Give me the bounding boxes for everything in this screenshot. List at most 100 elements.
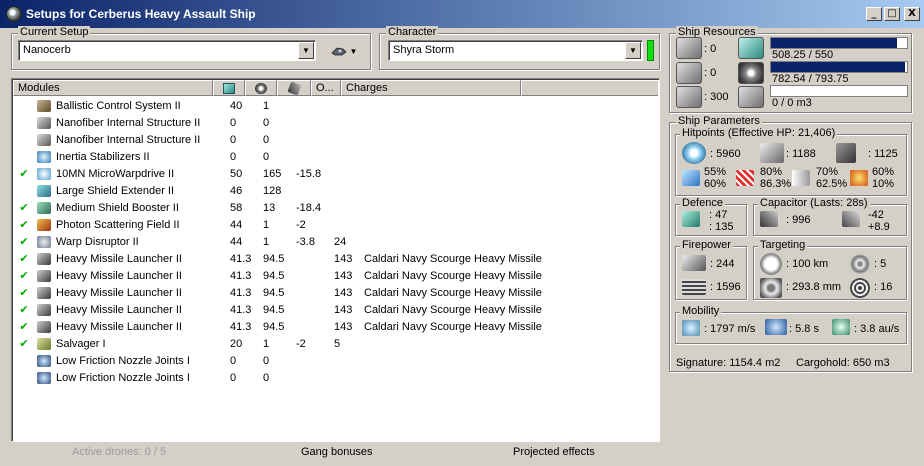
sensor-strength-value: : 16 [874, 281, 893, 293]
turret-hardpoints-value: : 0 [704, 43, 717, 55]
shield-hp-icon [682, 142, 706, 164]
scan-resolution-value: : 293.8 mm [786, 281, 842, 293]
hitpoints-label: Hitpoints (Effective HP: 21,406) [680, 127, 838, 139]
module-row[interactable]: Ballistic Control System II 40 1 [13, 97, 564, 114]
module-cpu: 50 [230, 167, 243, 180]
column-header-powergrid[interactable] [245, 80, 277, 96]
structure-hp-value: : 1125 [868, 148, 898, 160]
missile-launcher-icon [37, 286, 51, 299]
module-row[interactable]: ✔ Heavy Missile Launcher II 41.3 94.5 143 Cal… [13, 301, 564, 318]
module-capacitor: -2 [296, 218, 306, 231]
em-resist-bottom: 60% [704, 178, 727, 190]
explosive-resist-icon [850, 170, 868, 186]
module-active-check-icon[interactable]: ✔ [13, 218, 35, 231]
launcher-hardpoints-value: : 0 [704, 67, 717, 79]
microwarpdrive-icon [37, 167, 51, 180]
module-charge[interactable]: Caldari Navy Scourge Heavy Missile [364, 321, 564, 333]
module-active-check-icon[interactable]: ✔ [13, 337, 35, 350]
projected-effects-button[interactable]: Projected effects [513, 446, 595, 462]
align-time-value: : 5.8 s [789, 323, 819, 335]
module-row[interactable]: Low Friction Nozzle Joints I 0 0 [13, 352, 564, 369]
setup-select[interactable]: Nanocerb ▼ [18, 40, 316, 61]
module-row[interactable]: ✔ Medium Shield Booster II 58 13 -18.4 [13, 199, 564, 216]
module-row[interactable]: ✔ Heavy Missile Launcher II 41.3 94.5 143 Cal… [13, 267, 564, 284]
calibration-icon [676, 86, 702, 108]
column-header-modules[interactable]: Modules [13, 80, 213, 96]
nozzle-joints-icon [37, 371, 51, 384]
module-active-check-icon[interactable]: ✔ [13, 252, 35, 265]
armor-hp-icon [760, 143, 784, 163]
module-active-check-icon[interactable]: ✔ [13, 269, 35, 282]
module-other: 143 [334, 269, 353, 282]
module-charge[interactable]: Caldari Navy Scourge Heavy Missile [364, 304, 564, 316]
module-row[interactable]: Large Shield Extender II 46 128 [13, 182, 564, 199]
module-active-check-icon[interactable]: ✔ [13, 167, 35, 180]
module-powergrid: 0 [263, 116, 270, 129]
module-row[interactable]: ✔ Warp Disruptor II 44 1 -3.8 24 [13, 233, 564, 250]
module-active-check-icon[interactable]: ✔ [13, 320, 35, 333]
module-active-check-icon[interactable]: ✔ [13, 286, 35, 299]
module-active-check-icon[interactable]: ✔ [13, 201, 35, 214]
module-other: 5 [334, 337, 341, 350]
module-row[interactable]: ✔ 10MN MicroWarpdrive II 50 165 -15.8 [13, 165, 564, 182]
warp-speed-value: : 3.8 au/s [854, 323, 900, 335]
module-charge[interactable]: Caldari Navy Scourge Heavy Missile [364, 287, 564, 299]
shield-recharge-icon [682, 211, 700, 227]
nanofiber-icon [37, 133, 51, 146]
module-row[interactable]: Nanofiber Internal Structure II 0 0 [13, 114, 564, 131]
close-button[interactable]: X [904, 7, 920, 21]
modules-list[interactable]: Modules O... Charges Ballistic Control S… [11, 78, 660, 442]
module-powergrid: 94.5 [263, 269, 285, 282]
setup-options-button[interactable]: ▼ [326, 39, 362, 63]
thermal-resist-top: 80% [760, 166, 783, 178]
inertia-stabilizer-icon [37, 150, 51, 163]
capacitor-delta-top: -42 [868, 209, 884, 221]
module-name: Inertia Stabilizers II [56, 150, 150, 163]
module-row[interactable]: ✔ Heavy Missile Launcher II 41.3 94.5 143 Cal… [13, 284, 564, 301]
column-header-charges[interactable]: Charges [341, 80, 521, 96]
module-row[interactable]: ✔ Heavy Missile Launcher II 41.3 94.5 143 Cal… [13, 318, 564, 335]
module-active-check-icon[interactable]: ✔ [13, 235, 35, 248]
kinetic-resist-bottom: 62.5% [816, 178, 848, 190]
module-powergrid: 94.5 [263, 303, 285, 316]
title-bar: Setups for Cerberus Heavy Assault Ship _… [0, 0, 924, 28]
maximize-button[interactable]: □ [884, 7, 900, 21]
module-charge[interactable]: Caldari Navy Scourge Heavy Missile [364, 253, 564, 265]
module-powergrid: 94.5 [263, 320, 285, 333]
missile-launcher-icon [37, 269, 51, 282]
module-row[interactable]: Inertia Stabilizers II 0 0 [13, 148, 564, 165]
firepower-label: Firepower [680, 239, 733, 251]
cpu-resource-icon [738, 37, 764, 59]
targeting-range-value: : 100 km [786, 258, 829, 270]
module-row[interactable]: Nanofiber Internal Structure II 0 0 [13, 131, 564, 148]
explosive-resist-bottom: 10% [872, 178, 895, 190]
capacitor-delta-bottom: +8.9 [868, 221, 890, 233]
character-select[interactable]: Shyra Storm ▼ [388, 40, 643, 61]
targeting-range-icon [760, 253, 782, 275]
column-header-other[interactable]: O... [311, 80, 341, 96]
module-name: Heavy Missile Launcher II [56, 303, 182, 316]
column-header-cpu[interactable] [213, 80, 245, 96]
chevron-down-icon[interactable]: ▼ [625, 42, 641, 59]
module-row[interactable]: ✔ Salvager I 20 1 -2 5 [13, 335, 564, 352]
module-charge[interactable]: Caldari Navy Scourge Heavy Missile [364, 270, 564, 282]
module-cpu: 40 [230, 99, 243, 112]
module-name: Ballistic Control System II [56, 99, 181, 112]
module-other: 24 [334, 235, 347, 248]
drone-bay-bar [770, 85, 908, 97]
modules-list-header: Modules O... Charges [13, 80, 658, 96]
chevron-down-icon[interactable]: ▼ [298, 42, 314, 59]
cpu-value: 508.25 / 550 [772, 49, 834, 61]
column-header-capacitor[interactable] [277, 80, 311, 96]
gang-bonuses-button[interactable]: Gang bonuses [301, 446, 373, 462]
module-other: 143 [334, 252, 353, 265]
volley-icon [682, 279, 706, 295]
minimize-button[interactable]: _ [866, 7, 882, 21]
module-cpu: 46 [230, 184, 243, 197]
module-row[interactable]: Low Friction Nozzle Joints I 0 0 [13, 369, 564, 386]
module-active-check-icon[interactable]: ✔ [13, 303, 35, 316]
module-row[interactable]: ✔ Heavy Missile Launcher II 41.3 94.5 143 Cal… [13, 250, 564, 267]
module-row[interactable]: ✔ Photon Scattering Field II 44 1 -2 [13, 216, 564, 233]
current-setup-label: Current Setup [18, 26, 91, 38]
active-drones-status[interactable]: Active drones: 0 / 5 [72, 446, 166, 462]
